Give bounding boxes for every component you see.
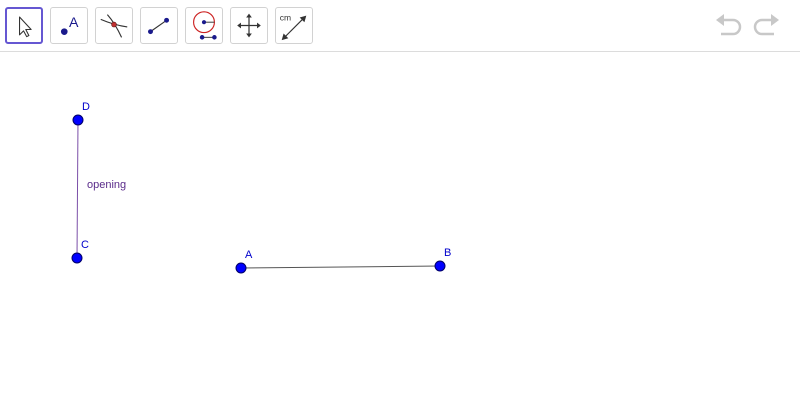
point-tool-button[interactable]: A	[50, 7, 88, 44]
distance-icon: cm	[280, 12, 307, 41]
segment-tool-button[interactable]	[140, 7, 178, 44]
point-icon: A	[60, 15, 79, 35]
point-tool-label: A	[69, 15, 79, 31]
point-d[interactable]	[72, 114, 84, 126]
compass-icon	[193, 11, 217, 40]
move-tool-button[interactable]	[5, 7, 43, 44]
geogebra-app: opening D C A B A cm	[0, 0, 800, 400]
undo-icon	[716, 14, 742, 36]
redo-button[interactable]	[750, 12, 782, 40]
point-label-c: C	[81, 239, 89, 251]
point-label-a: A	[245, 249, 253, 261]
point-b[interactable]	[434, 260, 446, 272]
compass-tool-button[interactable]	[185, 7, 223, 44]
point-label-b: B	[444, 247, 451, 259]
distance-tool-label: cm	[280, 12, 291, 22]
toolbar: A cm	[0, 0, 800, 52]
segment-icon	[148, 17, 170, 35]
segment-ab[interactable]	[240, 265, 441, 269]
segment-label-opening: opening	[87, 179, 126, 191]
point-label-d: D	[82, 101, 90, 113]
intersect-icon	[100, 14, 128, 38]
undo-button[interactable]	[713, 12, 745, 40]
redo-icon	[753, 14, 779, 36]
segment-cd[interactable]	[76, 119, 79, 259]
move-cross-icon	[237, 13, 261, 38]
intersect-tool-button[interactable]	[95, 7, 133, 44]
arrow-pointer-icon	[19, 16, 32, 38]
distance-tool-button[interactable]: cm	[275, 7, 313, 44]
point-a[interactable]	[235, 262, 247, 274]
move-graphics-view-tool-button[interactable]	[230, 7, 268, 44]
graphics-view[interactable]: opening D C A B	[0, 0, 800, 400]
point-c[interactable]	[71, 252, 83, 264]
